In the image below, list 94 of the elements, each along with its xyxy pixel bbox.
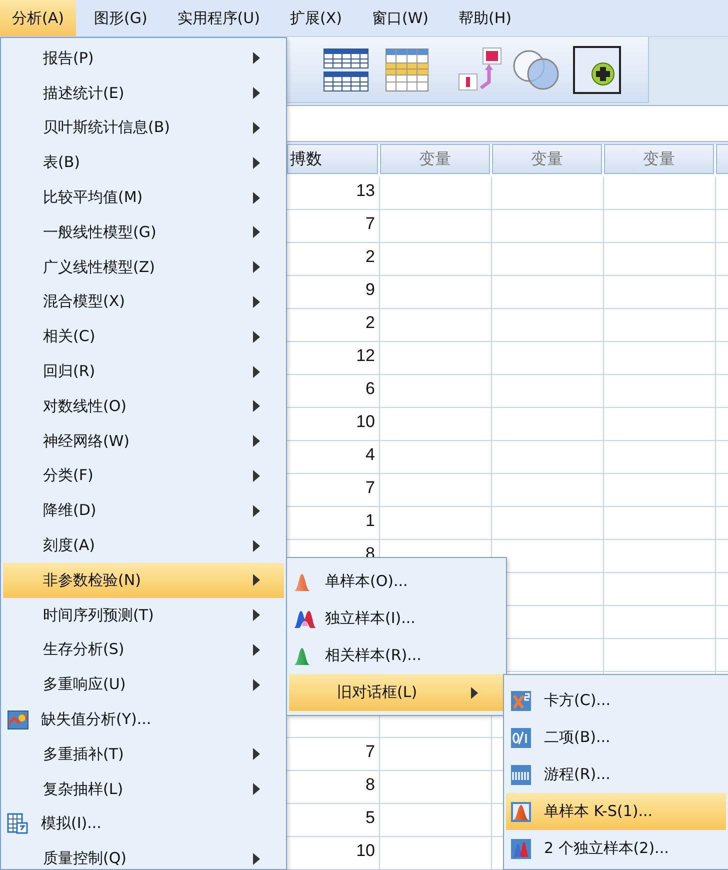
submenu-arrow-icon [471, 686, 478, 698]
chi-square-icon [510, 690, 532, 712]
submenu-arrow-icon [253, 192, 260, 204]
menu-item[interactable]: 多重响应(U) [43, 675, 126, 694]
table-cell-text: 6 [364, 378, 376, 400]
menu-item[interactable]: 一般线性模型(G) [43, 222, 156, 242]
menu-item[interactable]: 广义线性模型(Z) [43, 258, 155, 277]
submenu-arrow-icon [253, 504, 260, 517]
submenu-arrow-icon [253, 366, 260, 378]
add-button-icon[interactable] [573, 46, 621, 94]
menu-item[interactable]: 相关(C) [43, 327, 96, 346]
column-header[interactable]: 搏数 [287, 144, 378, 174]
submenu-arrow-icon [253, 644, 260, 656]
submenu-arrow-icon [253, 540, 260, 552]
submenu-arrow-icon [253, 87, 260, 100]
menu-item[interactable]: 旧对话框(L) [337, 683, 418, 702]
table-cell-text: 8 [364, 774, 376, 796]
binomial-icon [510, 726, 532, 748]
table-cell-text: 10 [355, 410, 376, 432]
menu-item[interactable]: 独立样本(I)... [325, 609, 416, 628]
menu-item[interactable]: 二项(B)... [544, 728, 610, 747]
submenu-arrow-icon [253, 783, 260, 796]
menu-item[interactable]: 分类(F) [43, 466, 94, 486]
menu-item[interactable]: 模拟(I)... [41, 814, 102, 834]
submenu-arrow-icon [253, 470, 260, 482]
table-cell-text: 9 [364, 278, 376, 300]
menu-bar-item[interactable]: 扩展(X) [278, 0, 354, 36]
menu-item[interactable]: 回归(R) [43, 362, 96, 382]
menu-item[interactable]: 质量控制(Q) [43, 849, 127, 868]
menu-item[interactable]: 混合模型(X) [43, 292, 125, 312]
table-cell-text: 10 [355, 840, 376, 862]
submenu-arrow-icon [253, 748, 260, 760]
stacked-tables-icon[interactable] [323, 46, 369, 92]
submenu-arrow-icon [253, 156, 260, 169]
menu-item[interactable]: 描述统计(E) [43, 84, 124, 103]
column-header[interactable]: 变量 [604, 144, 714, 174]
submenu-arrow-icon [253, 852, 260, 865]
table-cell-text: 1 [364, 510, 376, 532]
table-cell-text: 2 [364, 246, 376, 268]
menu-item[interactable]: 非参数检验(N) [43, 570, 141, 590]
submenu-arrow-icon [253, 330, 260, 343]
menu-item[interactable]: 相关样本(R)... [325, 646, 422, 665]
cell-value-field[interactable] [287, 105, 728, 142]
column-header[interactable]: 变量 [380, 144, 490, 174]
column-header[interactable]: 变量 [492, 144, 602, 174]
menu-item[interactable]: 比较平均值(M) [43, 188, 143, 208]
menu-item[interactable]: 贝叶斯统计信息(B) [43, 118, 170, 138]
menu-bar-item[interactable]: 窗口(W) [360, 0, 441, 36]
menu-item[interactable]: 单样本(O)... [325, 572, 408, 591]
table-cell-text: 4 [364, 444, 376, 466]
menu-bar-item[interactable]: 实用程序(U) [165, 0, 272, 36]
menu-item[interactable]: 游程(R)... [544, 765, 610, 784]
submenu-arrow-icon [253, 226, 260, 238]
missing-values-icon [7, 710, 29, 730]
menu-bar-item[interactable]: 分析(A) [0, 0, 76, 36]
table-cell-text: 13 [355, 180, 376, 202]
submenu-arrow-icon [253, 296, 260, 308]
menu-item[interactable]: 卡方(C)... [544, 691, 610, 710]
menu-item[interactable]: 表(B) [43, 153, 80, 172]
bell-curve-icon [293, 572, 311, 592]
twin-peaks-icon [293, 608, 317, 628]
table-cell-text: 7 [364, 740, 376, 762]
submenu-arrow-icon [253, 52, 260, 64]
menu-item[interactable]: 对数线性(O) [43, 396, 127, 416]
menu-item[interactable]: 生存分析(S) [43, 640, 124, 660]
submenu-arrow-icon [253, 435, 260, 448]
simulation-table-icon [7, 812, 29, 835]
menu-item[interactable]: 缺失值分析(Y)... [41, 710, 152, 730]
menu-item[interactable]: 报告(P) [43, 48, 94, 68]
twin-peaks-icon [510, 838, 532, 860]
menu-item[interactable]: 2 个独立样本(2)... [544, 839, 669, 858]
menu-bar-item[interactable]: 图形(G) [82, 0, 160, 36]
bell-curve-icon [510, 800, 532, 822]
menu-item[interactable]: 复杂抽样(L) [43, 780, 124, 799]
submenu-arrow-icon [253, 261, 260, 274]
submenu-arrow-icon [253, 609, 260, 622]
menu-item[interactable]: 时间序列预测(T) [43, 606, 154, 625]
submenu-arrow-icon [253, 122, 260, 134]
spreadsheet-icon[interactable] [385, 48, 429, 92]
table-cell-text: 12 [355, 344, 376, 366]
menu-bar-item[interactable]: 帮助(H) [446, 0, 524, 36]
runs-icon [510, 764, 532, 786]
table-cell-text: 5 [364, 806, 376, 828]
menu-item[interactable]: 神经网络(W) [43, 432, 130, 451]
table-cell-text: 7 [364, 476, 376, 498]
submenu-arrow-icon [253, 678, 260, 691]
table-cell-text: 7 [364, 212, 376, 234]
menu-item[interactable]: 刻度(A) [43, 536, 95, 556]
menu-item[interactable]: 降维(D) [43, 501, 96, 520]
submenu-arrow-icon [253, 400, 260, 412]
table-cell-text: 2 [364, 312, 376, 334]
menu-item[interactable]: 多重插补(T) [43, 744, 124, 764]
bell-curve-icon [293, 646, 311, 666]
submenu-arrow-icon [253, 574, 260, 586]
